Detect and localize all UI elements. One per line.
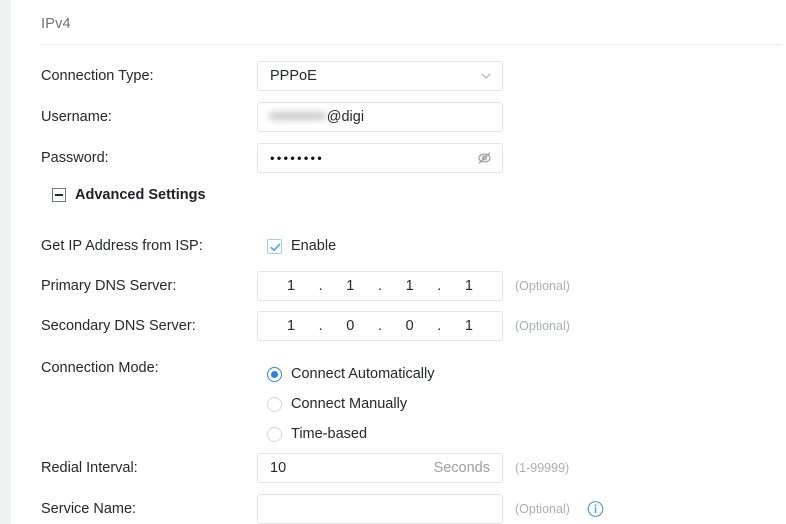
radio-time-based[interactable]: Time-based: [267, 419, 434, 449]
primary-dns-octet-4[interactable]: 1: [450, 278, 488, 294]
username-value: •••••••••• @digi: [270, 109, 364, 125]
password-value: ••••••••: [270, 150, 325, 166]
primary-dns-label: Primary DNS Server:: [41, 278, 177, 294]
section-divider: [41, 44, 781, 45]
enable-checkbox-label: Enable: [291, 238, 337, 254]
dot-separator: .: [318, 318, 323, 334]
redial-interval-unit: Seconds: [433, 460, 490, 476]
radio-label: Time-based: [291, 426, 368, 442]
ipv4-settings-page: IPv4 Connection Type: PPPoE Username: ••…: [11, 0, 786, 524]
dot-separator: .: [377, 278, 382, 294]
radio-connect-manually[interactable]: Connect Manually: [267, 389, 434, 419]
dot-separator: .: [437, 278, 442, 294]
primary-dns-octet-2[interactable]: 1: [331, 278, 369, 294]
primary-dns-input[interactable]: 1 . 1 . 1 . 1: [257, 271, 503, 301]
password-input[interactable]: ••••••••: [257, 143, 503, 173]
secondary-dns-hint: (Optional): [515, 319, 570, 333]
service-name-hint: (Optional): [515, 502, 570, 516]
row-password: Password: ••••••••: [11, 143, 786, 173]
username-redacted: ••••••••••: [270, 109, 326, 125]
get-ip-from-isp-label: Get IP Address from ISP:: [41, 238, 203, 254]
radio-unselected-icon: [267, 396, 282, 412]
radio-label: Connect Automatically: [291, 366, 435, 382]
secondary-dns-octet-2[interactable]: 0: [331, 318, 369, 334]
secondary-dns-label: Secondary DNS Server:: [41, 318, 196, 334]
secondary-dns-octet-3[interactable]: 0: [391, 318, 429, 334]
redial-interval-label: Redial Interval:: [41, 460, 138, 476]
connection-type-value: PPPoE: [270, 68, 317, 84]
redial-interval-value: 10: [270, 460, 287, 476]
left-rail: [0, 0, 11, 524]
username-input[interactable]: •••••••••• @digi: [257, 102, 503, 132]
username-suffix: @digi: [326, 109, 365, 125]
primary-dns-octet-3[interactable]: 1: [391, 278, 429, 294]
row-service-name: Service Name: (Optional): [11, 494, 786, 524]
primary-dns-octet-1[interactable]: 1: [272, 278, 310, 294]
redial-interval-hint: (1-99999): [515, 461, 570, 475]
row-primary-dns: Primary DNS Server: 1 . 1 . 1 . 1 (Optio…: [11, 271, 786, 301]
row-redial-interval: Redial Interval: 10 Seconds (1-99999): [11, 453, 786, 483]
connection-type-select[interactable]: PPPoE: [257, 61, 503, 91]
row-secondary-dns: Secondary DNS Server: 1 . 0 . 0 . 1 (Opt…: [11, 311, 786, 341]
connection-type-label: Connection Type:: [41, 68, 154, 84]
redial-interval-input[interactable]: 10 Seconds: [257, 453, 503, 483]
secondary-dns-octet-1[interactable]: 1: [272, 318, 310, 334]
radio-connect-automatically[interactable]: Connect Automatically: [267, 359, 434, 389]
row-get-ip-from-isp: Get IP Address from ISP: Enable: [11, 231, 786, 261]
checkbox-box: [267, 238, 282, 254]
eye-off-icon[interactable]: [476, 150, 493, 167]
dot-separator: .: [318, 278, 323, 294]
dot-separator: .: [377, 318, 382, 334]
connection-mode-label: Connection Mode:: [41, 360, 159, 376]
page-title: IPv4: [41, 16, 71, 32]
radio-unselected-icon: [267, 426, 282, 442]
advanced-settings-label: Advanced Settings: [75, 187, 206, 203]
radio-selected-icon: [267, 366, 282, 382]
advanced-settings-toggle[interactable]: Advanced Settings: [52, 187, 206, 203]
row-connection-type: Connection Type: PPPoE: [11, 61, 786, 91]
info-circle-icon[interactable]: [587, 501, 604, 518]
username-label: Username:: [41, 109, 112, 125]
password-label: Password:: [41, 150, 109, 166]
secondary-dns-input[interactable]: 1 . 0 . 0 . 1: [257, 311, 503, 341]
secondary-dns-octet-4[interactable]: 1: [450, 318, 488, 334]
enable-checkbox[interactable]: Enable: [267, 238, 336, 254]
connection-mode-radio-group: Connect Automatically Connect Manually T…: [267, 359, 434, 449]
collapse-minus-icon: [52, 188, 66, 202]
service-name-label: Service Name:: [41, 501, 137, 517]
primary-dns-hint: (Optional): [515, 279, 570, 293]
radio-label: Connect Manually: [291, 396, 408, 412]
chevron-down-icon: [480, 70, 492, 82]
service-name-input[interactable]: [257, 494, 503, 524]
dot-separator: .: [437, 318, 442, 334]
row-username: Username: •••••••••• @digi: [11, 102, 786, 132]
